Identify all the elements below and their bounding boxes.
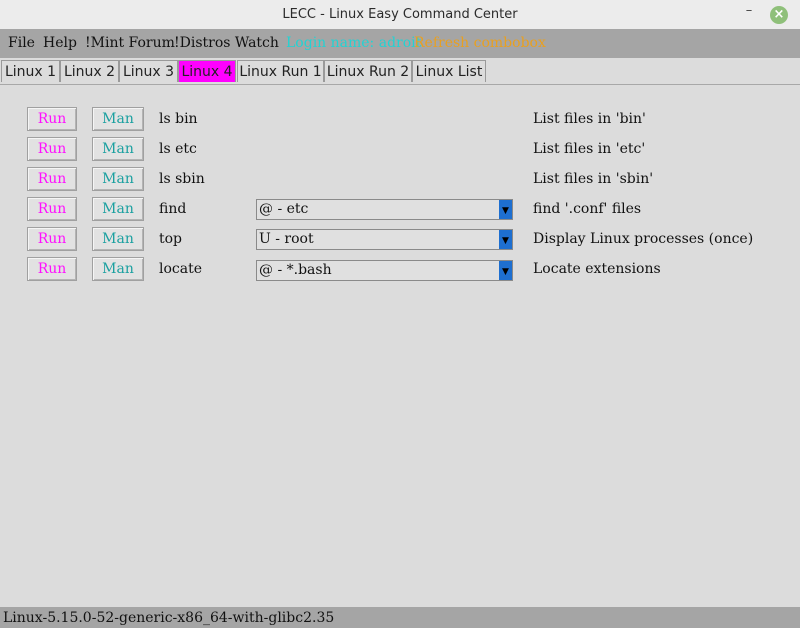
man-button[interactable]: Man <box>92 197 144 221</box>
menu-refresh-combobox[interactable]: Refresh combobox <box>414 35 546 51</box>
combobox-value: @ - *.bash <box>259 262 332 278</box>
combobox-value: U - root <box>259 231 314 247</box>
tab-linux-run-2[interactable]: Linux Run 2 <box>324 60 412 82</box>
run-button[interactable]: Run <box>27 137 77 161</box>
run-button[interactable]: Run <box>27 167 77 191</box>
tab-linux-1[interactable]: Linux 1 <box>1 60 60 82</box>
top-combobox[interactable]: U - root ▼ <box>256 229 513 250</box>
window-title: LECC - Linux Easy Command Center <box>282 7 518 22</box>
combobox-value: @ - etc <box>259 201 309 217</box>
run-button[interactable]: Run <box>27 107 77 131</box>
title-bar: LECC - Linux Easy Command Center – × <box>0 0 800 29</box>
command-label: top <box>159 231 183 247</box>
tab-panel: Run Man ls bin List files in 'bin' Run M… <box>0 84 800 608</box>
man-button[interactable]: Man <box>92 167 144 191</box>
run-button[interactable]: Run <box>27 257 77 281</box>
man-button[interactable]: Man <box>92 107 144 131</box>
command-label: find <box>159 201 187 217</box>
tab-linux-run-1[interactable]: Linux Run 1 <box>237 60 324 82</box>
menu-help[interactable]: Help <box>43 35 77 51</box>
man-button[interactable]: Man <box>92 227 144 251</box>
menu-distros-watch[interactable]: !Distros Watch <box>174 35 279 51</box>
man-button[interactable]: Man <box>92 137 144 161</box>
chevron-down-icon[interactable]: ▼ <box>499 200 512 219</box>
man-button[interactable]: Man <box>92 257 144 281</box>
chevron-down-icon[interactable]: ▼ <box>499 261 512 280</box>
menu-bar: File Help !Mint Forum !Distros Watch Log… <box>0 29 800 58</box>
menu-mint-forum[interactable]: !Mint Forum <box>85 35 175 51</box>
tab-bar: Linux 1 Linux 2 Linux 3 Linux 4 Linux Ru… <box>0 58 800 84</box>
menu-login-name[interactable]: Login name: adroit <box>286 35 421 51</box>
command-description: List files in 'etc' <box>533 141 646 157</box>
find-combobox[interactable]: @ - etc ▼ <box>256 199 513 220</box>
run-button[interactable]: Run <box>27 197 77 221</box>
command-label: ls etc <box>159 141 197 157</box>
platform-info: Linux-5.15.0-52-generic-x86_64-with-glib… <box>3 610 335 626</box>
tab-linux-3[interactable]: Linux 3 <box>119 60 178 82</box>
command-description: Display Linux processes (once) <box>533 231 754 247</box>
command-description: Locate extensions <box>533 261 661 277</box>
command-description: List files in 'bin' <box>533 111 646 127</box>
chevron-down-icon[interactable]: ▼ <box>499 230 512 249</box>
status-bar: Linux-5.15.0-52-generic-x86_64-with-glib… <box>0 607 800 628</box>
tab-linux-4[interactable]: Linux 4 <box>178 60 236 82</box>
minimize-icon[interactable]: – <box>742 4 756 19</box>
command-label: ls bin <box>159 111 198 127</box>
command-label: locate <box>159 261 203 277</box>
menu-file[interactable]: File <box>8 35 35 51</box>
run-button[interactable]: Run <box>27 227 77 251</box>
tab-linux-list[interactable]: Linux List <box>412 60 486 82</box>
command-label: ls sbin <box>159 171 205 187</box>
tab-linux-2[interactable]: Linux 2 <box>60 60 119 82</box>
close-icon[interactable]: × <box>770 6 788 24</box>
locate-combobox[interactable]: @ - *.bash ▼ <box>256 260 513 281</box>
command-description: List files in 'sbin' <box>533 171 654 187</box>
command-description: find '.conf' files <box>533 201 642 217</box>
